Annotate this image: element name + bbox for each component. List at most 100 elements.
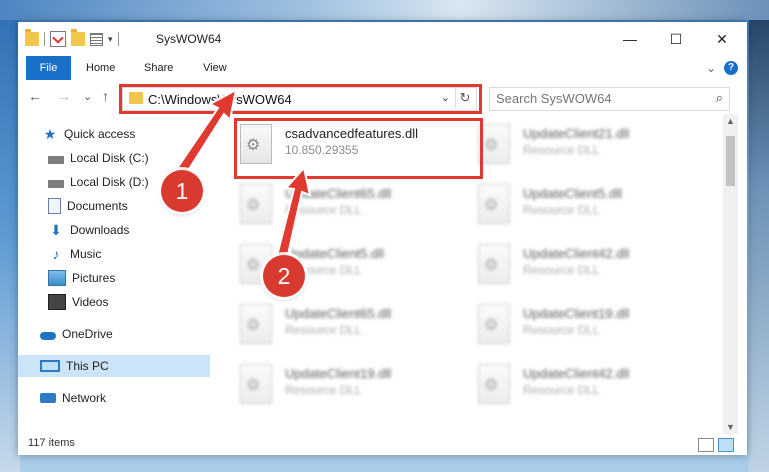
- tab-share[interactable]: Share: [144, 56, 173, 80]
- dll-file-icon: [240, 304, 272, 344]
- file-type: Resource DLL: [285, 323, 362, 337]
- file-name: UpdateClient19.dll: [523, 306, 630, 321]
- sidebar-item-quick-access[interactable]: ★ Quick access: [18, 123, 234, 145]
- sidebar-item-label: Pictures: [72, 271, 116, 285]
- file-name: UpdateClient65.dll: [285, 306, 392, 321]
- up-button[interactable]: ↑: [102, 88, 109, 104]
- dll-file-icon: [240, 184, 272, 224]
- search-input[interactable]: [490, 88, 706, 108]
- title-bar: ▾ SysWOW64 — ☐ ✕: [18, 22, 747, 56]
- file-name: UpdateClient19.dll: [285, 366, 392, 381]
- file-item[interactable]: UpdateClient19.dll Resource DLL: [240, 364, 470, 414]
- file-name: UpdateClient65.dll: [285, 186, 392, 201]
- quick-access-toolbar: ▾: [25, 29, 119, 47]
- file-highlight: [234, 118, 483, 179]
- file-item[interactable]: UpdateClient21.dll Resource DLL: [478, 124, 708, 174]
- new-folder-icon[interactable]: [71, 29, 85, 46]
- sidebar-item-pictures[interactable]: Pictures 📌: [18, 267, 240, 289]
- back-button[interactable]: ←: [28, 88, 42, 104]
- sidebar-item-label: Videos: [72, 295, 109, 309]
- navigation-bar: ← → ⌄ ↑ C:\Windows\SysWOW64 ⌄ ↻ ⌕: [18, 80, 747, 114]
- help-icon[interactable]: ?: [724, 61, 738, 75]
- folder-icon[interactable]: [25, 29, 39, 46]
- large-icons-view-icon[interactable]: [718, 438, 734, 452]
- step-1-badge: 1: [161, 170, 203, 212]
- file-item[interactable]: UpdateClient19.dll Resource DLL: [478, 304, 708, 354]
- sidebar-item-downloads[interactable]: ⬇ Downloads 📌: [18, 219, 240, 241]
- scroll-down-icon[interactable]: ▼: [723, 422, 738, 432]
- minimize-button[interactable]: —: [607, 22, 653, 56]
- address-bar-highlight: [119, 84, 482, 114]
- videos-icon: [48, 294, 66, 310]
- file-type: Resource DLL: [523, 203, 600, 217]
- sidebar-item-label: Documents: [67, 199, 128, 213]
- file-name: UpdateClient5.dll: [285, 246, 385, 261]
- file-type: Resource DLL: [523, 143, 600, 157]
- star-icon: ★: [43, 126, 57, 142]
- file-type: Resource DLL: [523, 383, 600, 397]
- sidebar-item-videos[interactable]: Videos 📌: [18, 291, 240, 313]
- desktop-background-top: [0, 0, 769, 20]
- vertical-scrollbar[interactable]: ▲ ▼: [723, 114, 738, 434]
- sidebar-item-label: Local Disk (C:): [70, 151, 149, 165]
- navigation-pane: ★ Quick access Local Disk (C:) Local Dis…: [18, 114, 235, 434]
- sidebar-item-this-pc[interactable]: This PC: [18, 355, 210, 377]
- disk-icon: [48, 155, 64, 164]
- file-name: UpdateClient42.dll: [523, 246, 630, 261]
- network-icon: [40, 393, 56, 403]
- file-item[interactable]: UpdateClient42.dll Resource DLL: [478, 364, 708, 414]
- recent-locations-button[interactable]: ⌄: [83, 90, 92, 103]
- file-item[interactable]: UpdateClient65.dll Resource DLL: [240, 184, 470, 234]
- disk-icon: [48, 179, 64, 188]
- sidebar-item-label: Local Disk (D:): [70, 175, 149, 189]
- scroll-up-icon[interactable]: ▲: [723, 116, 738, 126]
- search-box[interactable]: ⌕: [489, 87, 730, 111]
- dll-file-icon: [478, 364, 510, 404]
- desktop-background-left: [0, 0, 20, 472]
- file-type: Resource DLL: [285, 203, 362, 217]
- search-icon[interactable]: ⌕: [716, 90, 723, 106]
- documents-icon: [48, 198, 61, 214]
- file-type: Resource DLL: [523, 263, 600, 277]
- sidebar-item-music[interactable]: ♪ Music 📌: [18, 243, 240, 265]
- dll-file-icon: [240, 364, 272, 404]
- sidebar-item-label: Music: [70, 247, 102, 261]
- title-divider: [117, 32, 119, 46]
- sidebar-item-documents[interactable]: Documents 📌: [18, 195, 240, 217]
- sidebar-item-label: This PC: [66, 359, 109, 373]
- close-button[interactable]: ✕: [699, 22, 745, 56]
- sidebar-item-label: Downloads: [70, 223, 130, 237]
- explorer-window: ▾ SysWOW64 — ☐ ✕ File Home Share View ⌄ …: [18, 22, 747, 455]
- maximize-button[interactable]: ☐: [653, 22, 699, 56]
- details-view-icon[interactable]: [698, 438, 714, 452]
- view-options-icon[interactable]: [90, 32, 103, 46]
- expand-ribbon-icon[interactable]: ⌄: [706, 56, 716, 80]
- sidebar-item-local-disk-d[interactable]: Local Disk (D:): [18, 171, 240, 193]
- pc-icon: [40, 360, 60, 372]
- file-name: UpdateClient21.dll: [523, 126, 630, 141]
- window-title: SysWOW64: [156, 32, 222, 46]
- sidebar-item-local-disk-c[interactable]: Local Disk (C:): [18, 147, 240, 169]
- properties-icon[interactable]: [50, 31, 66, 47]
- sidebar-item-label: Network: [62, 391, 107, 405]
- sidebar-item-onedrive[interactable]: OneDrive: [18, 323, 232, 345]
- tab-view[interactable]: View: [203, 56, 227, 80]
- tab-home[interactable]: Home: [86, 56, 115, 80]
- file-item[interactable]: UpdateClient65.dll Resource DLL: [240, 304, 470, 354]
- file-type: Resource DLL: [523, 323, 600, 337]
- dll-file-icon: [478, 184, 510, 224]
- toolbar-divider: [44, 32, 45, 46]
- customize-toolbar-icon[interactable]: ▾: [108, 34, 113, 45]
- downloads-icon: ⬇: [50, 222, 62, 238]
- onedrive-icon: [40, 331, 56, 340]
- file-item[interactable]: UpdateClient5.dll Resource DLL: [478, 184, 708, 234]
- ribbon-tabs: File Home Share View ⌄ ?: [18, 56, 747, 106]
- file-name: UpdateClient42.dll: [523, 366, 630, 381]
- pictures-icon: [48, 270, 66, 286]
- step-2-badge: 2: [263, 255, 305, 297]
- file-item[interactable]: UpdateClient42.dll Resource DLL: [478, 244, 708, 294]
- forward-button[interactable]: →: [57, 88, 71, 104]
- sidebar-item-network[interactable]: Network: [18, 387, 232, 409]
- scrollbar-thumb[interactable]: [726, 136, 735, 186]
- music-icon: ♪: [52, 246, 60, 262]
